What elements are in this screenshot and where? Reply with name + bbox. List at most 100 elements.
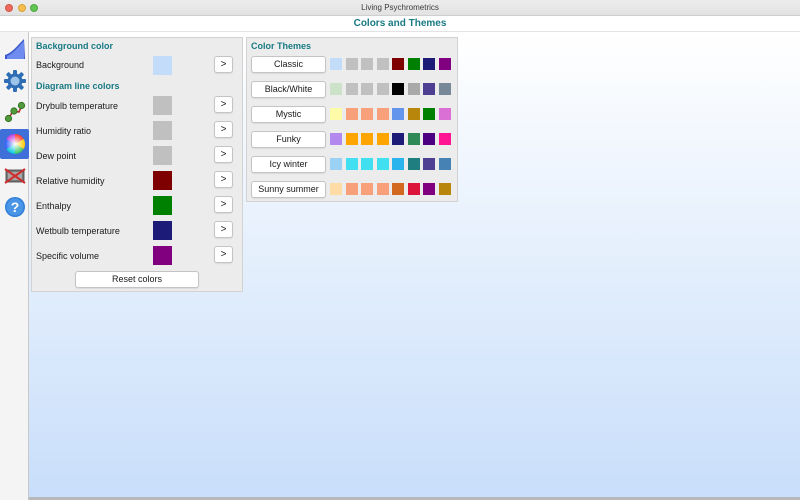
process-tool-button[interactable]: [2, 99, 27, 124]
theme-swatch-classic: [408, 58, 420, 70]
background-section-title: Background color: [36, 41, 114, 51]
theme-button-funky[interactable]: Funky: [251, 131, 326, 148]
theme-swatch-funky: [392, 133, 404, 145]
theme-swatch-sunny-summer: [423, 183, 435, 195]
theme-swatch-mystic: [392, 108, 404, 120]
equipment-icon: [3, 167, 26, 184]
theme-swatch-black-white: [361, 83, 373, 95]
window-title: Living Psychrometrics: [361, 3, 439, 12]
theme-swatch-funky: [346, 133, 358, 145]
line-swatch-enthalpy[interactable]: [153, 196, 172, 215]
line-swatch-dew-point[interactable]: [153, 146, 172, 165]
theme-swatch-funky: [423, 133, 435, 145]
help-icon: ?: [4, 196, 25, 217]
theme-swatch-icy-winter: [408, 158, 420, 170]
line-edit-button-specific-volume[interactable]: >: [214, 246, 233, 263]
line-swatch-specific-volume[interactable]: [153, 246, 172, 265]
equipment-tool-button[interactable]: [2, 163, 27, 188]
theme-swatch-mystic: [346, 108, 358, 120]
theme-swatch-icy-winter: [423, 158, 435, 170]
theme-swatch-classic: [361, 58, 373, 70]
theme-swatch-classic: [377, 58, 389, 70]
theme-button-classic[interactable]: Classic: [251, 56, 326, 73]
theme-swatch-mystic: [408, 108, 420, 120]
line-swatch-relative-humidity[interactable]: [153, 171, 172, 190]
theme-swatch-sunny-summer: [408, 183, 420, 195]
theme-button-mystic[interactable]: Mystic: [251, 106, 326, 123]
theme-swatch-funky: [377, 133, 389, 145]
theme-swatch-classic: [330, 58, 342, 70]
settings-tool-button[interactable]: [2, 68, 27, 93]
lines-section-title: Diagram line colors: [36, 81, 120, 91]
theme-swatch-icy-winter: [377, 158, 389, 170]
theme-swatch-sunny-summer: [439, 183, 451, 195]
theme-swatch-funky: [439, 133, 451, 145]
chart-icon: [4, 38, 25, 59]
theme-swatch-icy-winter: [439, 158, 451, 170]
line-swatch-drybulb[interactable]: [153, 96, 172, 115]
line-label-wetbulb: Wetbulb temperature: [36, 226, 120, 236]
themes-section-title: Color Themes: [251, 41, 312, 51]
theme-swatch-black-white: [392, 83, 404, 95]
theme-button-black-white[interactable]: Black/White: [251, 81, 326, 98]
theme-swatch-funky: [330, 133, 342, 145]
theme-swatch-black-white: [346, 83, 358, 95]
theme-swatch-mystic: [423, 108, 435, 120]
theme-swatch-sunny-summer: [330, 183, 342, 195]
colors-tool-button[interactable]: [0, 129, 29, 159]
line-edit-button-relative-humidity[interactable]: >: [214, 171, 233, 188]
background-swatch[interactable]: [153, 56, 172, 75]
theme-swatch-icy-winter: [392, 158, 404, 170]
chart-tool-button[interactable]: [2, 36, 27, 61]
theme-swatch-black-white: [423, 83, 435, 95]
theme-swatch-black-white: [377, 83, 389, 95]
theme-swatch-mystic: [377, 108, 389, 120]
theme-swatch-classic: [423, 58, 435, 70]
theme-swatch-funky: [408, 133, 420, 145]
theme-swatch-sunny-summer: [392, 183, 404, 195]
background-label: Background: [36, 60, 85, 70]
theme-swatch-classic: [392, 58, 404, 70]
line-label-enthalpy: Enthalpy: [36, 201, 72, 211]
svg-text:?: ?: [10, 199, 19, 215]
tool-sidebar: ?: [0, 32, 29, 500]
line-edit-button-wetbulb[interactable]: >: [214, 221, 233, 238]
page-header: Colors and Themes: [0, 16, 800, 32]
line-label-specific-volume: Specific volume: [36, 251, 100, 261]
theme-swatch-icy-winter: [361, 158, 373, 170]
line-edit-button-dew-point[interactable]: >: [214, 146, 233, 163]
help-tool-button[interactable]: ?: [2, 194, 27, 219]
color-wheel-icon: [4, 134, 25, 154]
line-label-drybulb: Drybulb temperature: [36, 101, 119, 111]
line-edit-button-drybulb[interactable]: >: [214, 96, 233, 113]
line-label-relative-humidity: Relative humidity: [36, 176, 105, 186]
line-edit-button-humidity-ratio[interactable]: >: [214, 121, 233, 138]
theme-button-sunny-summer[interactable]: Sunny summer: [251, 181, 326, 198]
theme-swatch-mystic: [361, 108, 373, 120]
theme-swatch-sunny-summer: [361, 183, 373, 195]
theme-swatch-mystic: [330, 108, 342, 120]
theme-swatch-classic: [439, 58, 451, 70]
line-swatch-humidity-ratio[interactable]: [153, 121, 172, 140]
theme-swatch-icy-winter: [346, 158, 358, 170]
gear-icon: [3, 69, 26, 92]
theme-button-icy-winter[interactable]: Icy winter: [251, 156, 326, 173]
background-edit-button[interactable]: >: [214, 56, 233, 73]
theme-swatch-mystic: [439, 108, 451, 120]
page-title: Colors and Themes: [353, 18, 447, 29]
reset-colors-button[interactable]: Reset colors: [75, 271, 199, 288]
theme-swatch-black-white: [330, 83, 342, 95]
process-icon: [4, 101, 25, 122]
line-label-dew-point: Dew point: [36, 151, 77, 161]
line-swatch-wetbulb[interactable]: [153, 221, 172, 240]
window-titlebar: Living Psychrometrics: [0, 0, 800, 16]
theme-swatch-sunny-summer: [346, 183, 358, 195]
line-label-humidity-ratio: Humidity ratio: [36, 126, 92, 136]
theme-swatch-funky: [361, 133, 373, 145]
theme-swatch-classic: [346, 58, 358, 70]
theme-swatch-icy-winter: [330, 158, 342, 170]
line-edit-button-enthalpy[interactable]: >: [214, 196, 233, 213]
theme-swatch-sunny-summer: [377, 183, 389, 195]
theme-swatch-black-white: [408, 83, 420, 95]
theme-swatch-black-white: [439, 83, 451, 95]
